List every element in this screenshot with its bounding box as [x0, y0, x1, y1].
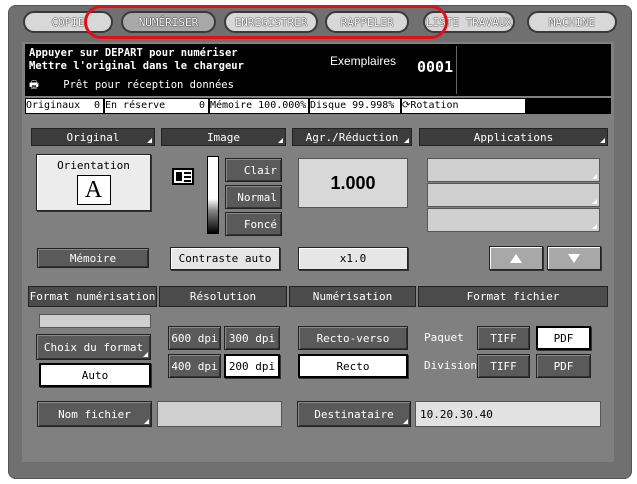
application-slot-2[interactable] — [427, 183, 600, 207]
scroll-down-button[interactable] — [547, 246, 601, 270]
memory-button[interactable]: Mémoire — [37, 248, 149, 268]
disk-status: Disque 99.998% — [310, 99, 400, 113]
destination-button[interactable]: Destinataire — [297, 401, 411, 427]
destination-field[interactable]: 10.20.30.40 — [415, 401, 601, 427]
filename-button[interactable]: Nom fichier — [37, 401, 152, 427]
choose-format-button[interactable]: Choix du format — [36, 334, 151, 360]
batch-tiff-button[interactable]: TIFF — [477, 326, 530, 350]
dpi-400-button[interactable]: 400 dpi — [168, 354, 221, 378]
density-icon — [172, 168, 194, 185]
dpi-300-button[interactable]: 300 dpi — [224, 326, 280, 350]
header-zoom[interactable]: Agr./Réduction — [292, 128, 412, 146]
divider — [456, 46, 457, 94]
application-slot-3[interactable] — [427, 208, 600, 232]
header-applications[interactable]: Applications — [419, 128, 608, 146]
division-tiff-button[interactable]: TIFF — [477, 354, 530, 378]
originals-counter: Originaux 0 — [26, 99, 103, 113]
header-image[interactable]: Image — [161, 128, 286, 146]
header-scan-format: Format numérisation — [28, 286, 157, 307]
header-resolution: Résolution — [159, 286, 287, 307]
division-pdf-button[interactable]: PDF — [536, 354, 591, 378]
tab-machine[interactable]: MACHINE — [527, 11, 617, 33]
simplex-button[interactable]: Recto — [298, 354, 408, 378]
status-bar: Originaux 0 En réserve 0 Mémoire 100.000% … — [25, 98, 611, 114]
orientation-letter: A — [76, 175, 111, 205]
header-file-format: Format fichier — [418, 286, 608, 307]
duplex-button[interactable]: Recto-verso — [298, 326, 408, 350]
dark-button[interactable]: Foncé — [225, 212, 282, 236]
message-line-1: Appuyer sur DEPART pour numériser — [29, 47, 238, 59]
scroll-up-button[interactable] — [489, 246, 543, 270]
batch-pdf-button[interactable]: PDF — [536, 326, 591, 350]
tab-recall[interactable]: RAPPELER — [325, 11, 409, 33]
auto-format-button[interactable]: Auto — [39, 363, 151, 387]
scan-format-display — [39, 314, 151, 328]
zoom-x1-button[interactable]: x1.0 — [298, 247, 408, 270]
reserve-counter: En réserve 0 — [105, 99, 208, 113]
orientation-button[interactable]: Orientation A — [36, 154, 151, 211]
dpi-200-button[interactable]: 200 dpi — [224, 354, 280, 378]
printer-icon: 🖶 — [29, 79, 39, 91]
header-original[interactable]: Original — [31, 128, 155, 146]
normal-button[interactable]: Normal — [225, 185, 282, 209]
tab-scan[interactable]: NUMÉRISER — [121, 11, 216, 33]
arrow-down-icon — [568, 253, 580, 263]
division-label: Division — [424, 359, 477, 372]
rotation-status: ⟳Rotation — [402, 99, 525, 113]
density-scale — [207, 156, 219, 234]
header-scanning: Numérisation — [289, 286, 416, 307]
application-slot-1[interactable] — [427, 158, 600, 182]
auto-contrast-button[interactable]: Contraste auto — [170, 247, 280, 270]
dpi-600-button[interactable]: 600 dpi — [168, 326, 221, 350]
tab-copy[interactable]: COPIE — [23, 11, 113, 33]
ready-text: Prêt pour réception données — [63, 79, 234, 91]
zoom-value[interactable]: 1.000 — [298, 158, 408, 208]
message-line-3: 🖶 Prêt pour réception données — [29, 77, 234, 95]
message-line-2: Mettre l'original dans le chargeur — [29, 60, 244, 72]
orientation-label: Orientation — [57, 159, 130, 172]
message-bar: Appuyer sur DEPART pour numériser Mettre… — [25, 44, 611, 96]
filename-field[interactable] — [157, 401, 282, 427]
copies-value: 0001 — [417, 58, 454, 76]
tab-store[interactable]: ENREGISTRER — [224, 11, 318, 33]
batch-label: Paquet — [424, 331, 464, 344]
arrow-up-icon — [510, 253, 522, 263]
memory-status: Mémoire 100.000% — [210, 99, 308, 113]
light-button[interactable]: Clair — [225, 158, 282, 182]
tab-job-list[interactable]: LISTE TRAVAUX — [423, 11, 515, 33]
copies-label: Exemplaires — [330, 54, 397, 68]
